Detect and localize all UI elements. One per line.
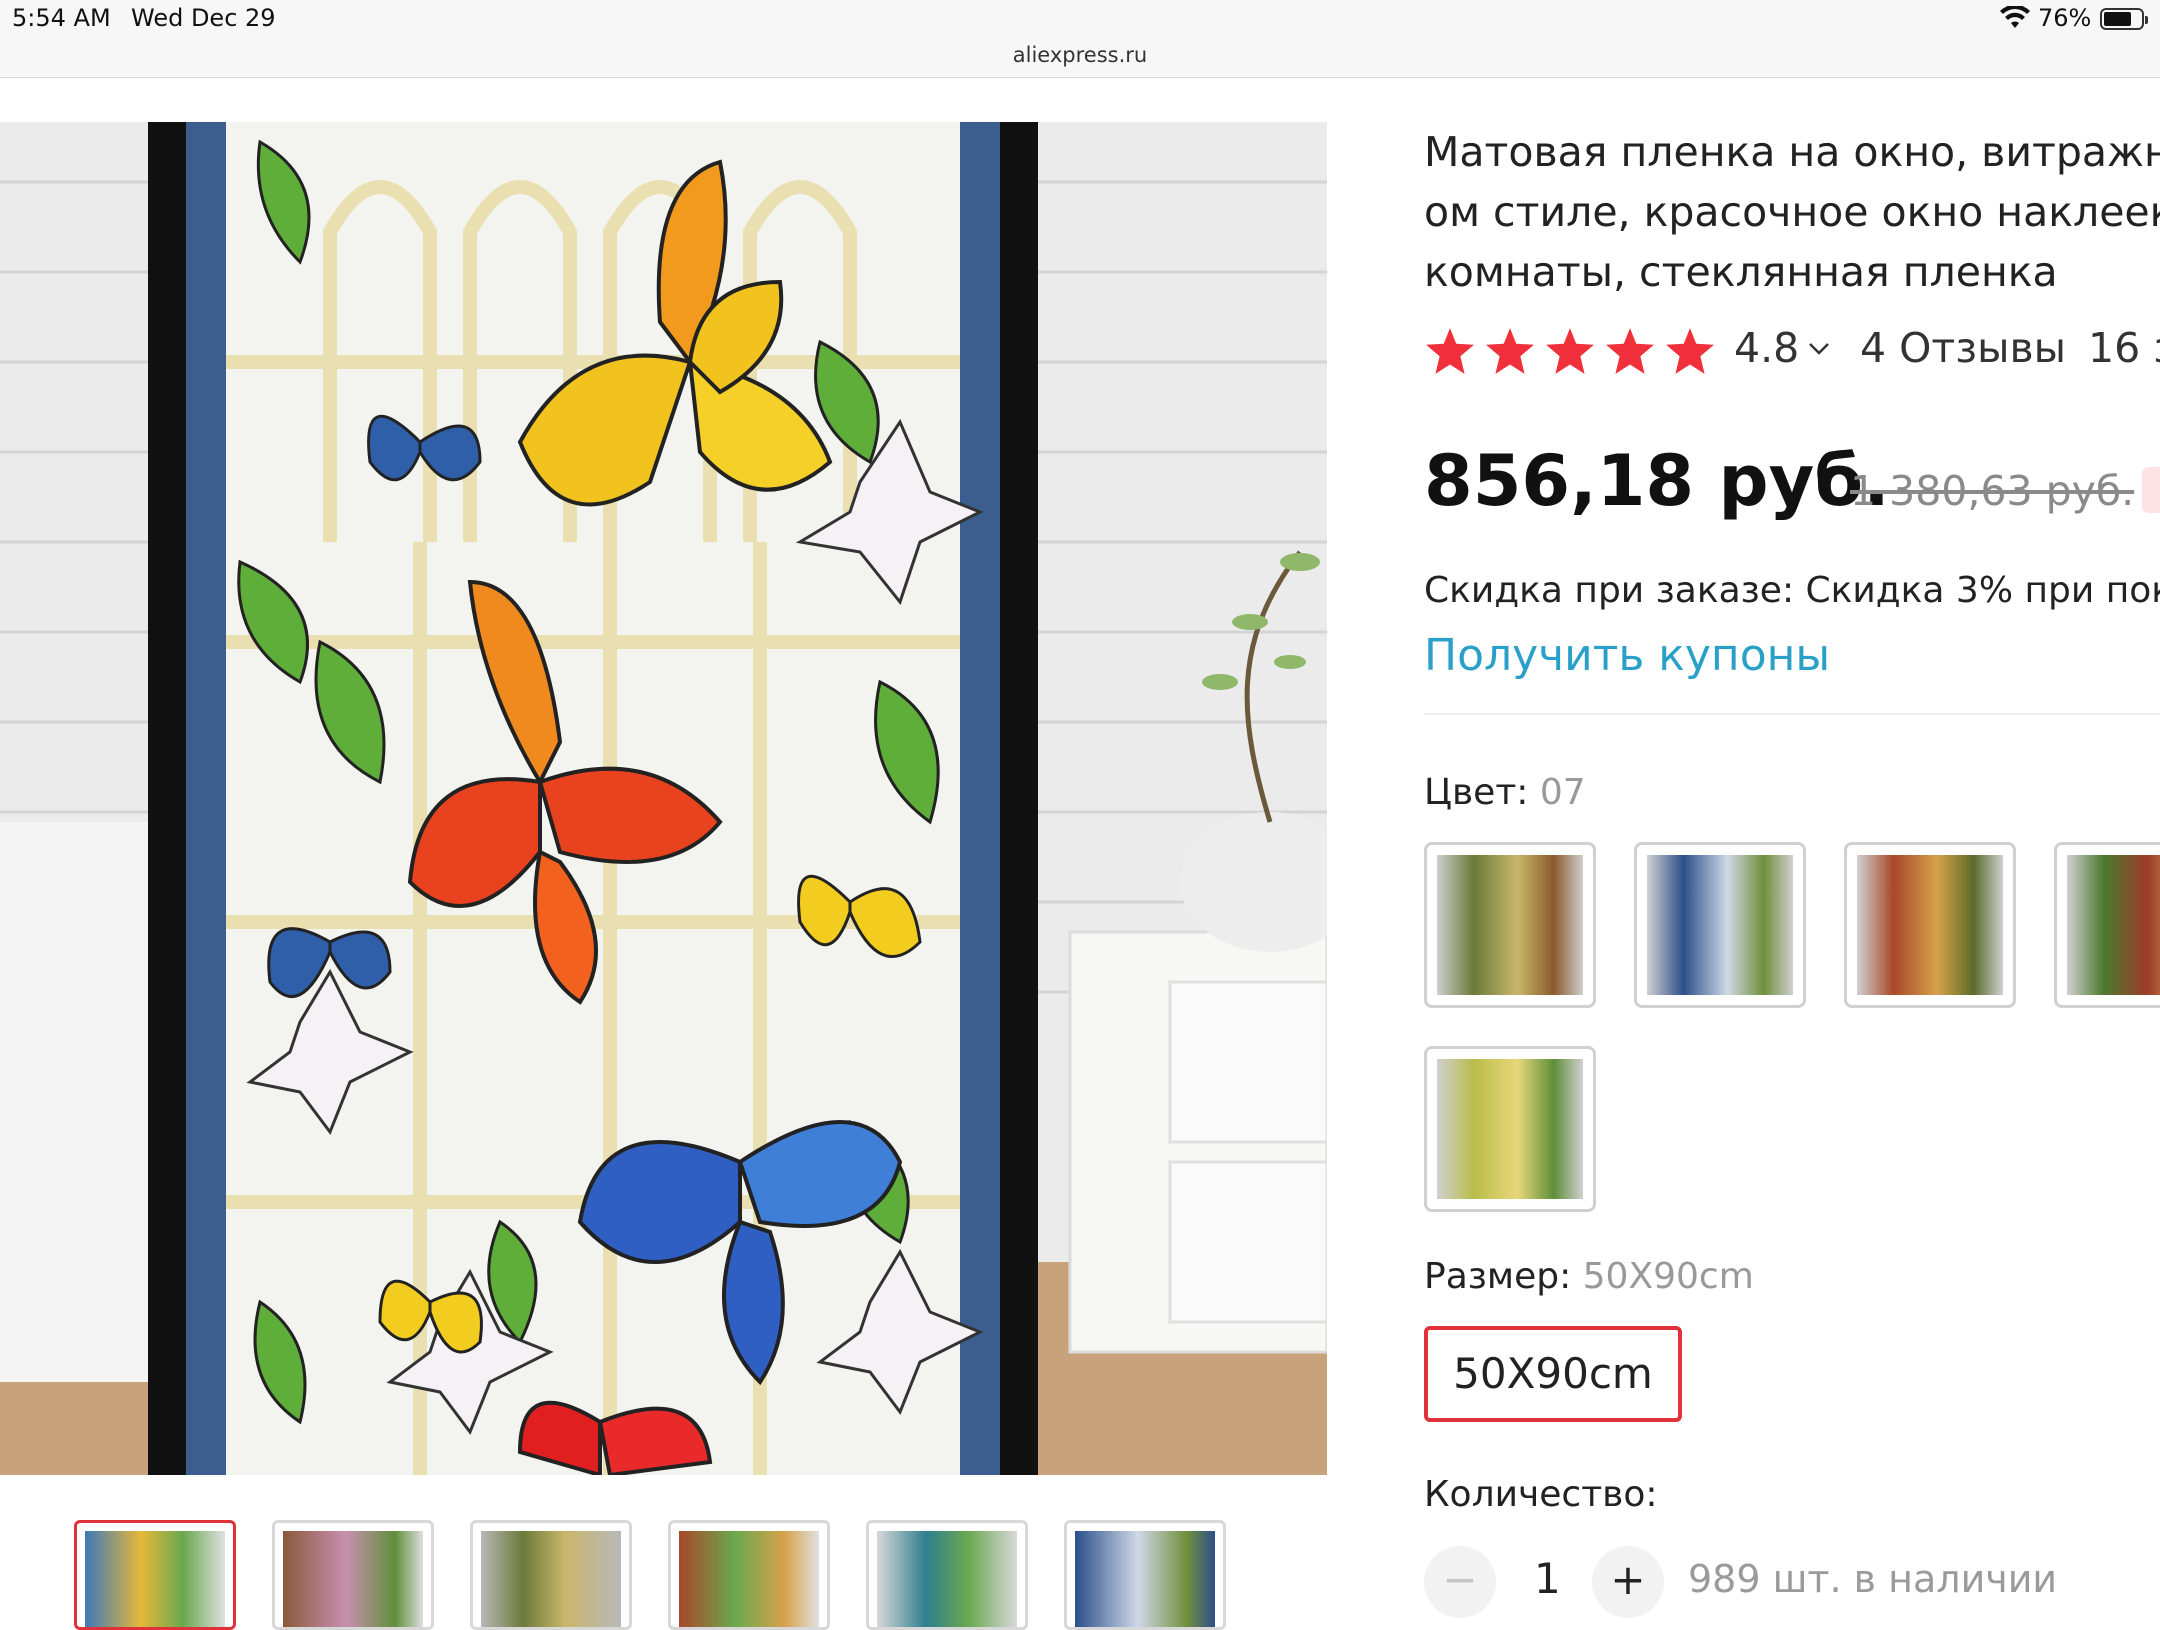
color-swatch[interactable]	[1424, 842, 1596, 1008]
quantity-decrease-button[interactable]: −	[1424, 1546, 1496, 1618]
quantity-value[interactable]: 1	[1534, 1554, 1561, 1603]
gallery-thumbnail[interactable]	[668, 1520, 830, 1630]
divider	[1424, 713, 2160, 715]
old-price: 1 380,63 руб.	[1850, 467, 2135, 515]
quantity-label: Количество:	[1424, 1474, 1658, 1515]
status-bar: 5:54 AM Wed Dec 29 76%	[0, 0, 2160, 40]
gallery-thumbnail[interactable]	[866, 1520, 1028, 1630]
color-label-text: Цвет:	[1424, 772, 1529, 813]
size-label-text: Размер:	[1424, 1256, 1572, 1297]
swatch-image	[1857, 855, 2003, 995]
battery-icon	[2100, 8, 2148, 30]
swatch-image	[1437, 855, 1583, 995]
star-icon	[1486, 328, 1534, 374]
stock-text: 989 шт. в наличии	[1688, 1557, 2058, 1601]
swatch-image	[1647, 855, 1793, 995]
gallery-thumbnail[interactable]	[272, 1520, 434, 1630]
main-product-image[interactable]	[0, 122, 1327, 1475]
color-swatch[interactable]	[1424, 1046, 1596, 1212]
color-value: 07	[1539, 772, 1586, 813]
thumbnail-image	[679, 1531, 819, 1627]
swatch-image	[2067, 855, 2160, 995]
color-label: Цвет: 07	[1424, 772, 1586, 813]
thumbnail-image	[85, 1531, 225, 1627]
current-price: 856,18 руб.	[1424, 440, 1890, 522]
product-title-line: комнаты, стеклянная пленка	[1424, 248, 2058, 296]
size-option[interactable]: 50X90cm	[1424, 1326, 1682, 1422]
product-title-line: ом стиле, красочное окно наклеек	[1424, 188, 2160, 236]
star-icon	[1546, 328, 1594, 374]
discount-badge	[2142, 467, 2160, 513]
product-info-panel: Матовая пленка на окно, витражн ом стиле…	[1424, 122, 2160, 1618]
product-title: Матовая пленка на окно, витражн ом стиле…	[1424, 122, 2160, 302]
chevron-down-icon[interactable]	[1808, 342, 1830, 356]
rating-value[interactable]: 4.8	[1734, 324, 1799, 372]
color-swatch[interactable]	[2054, 842, 2160, 1008]
wifi-icon	[2000, 6, 2030, 28]
thumbnail-image	[877, 1531, 1017, 1627]
size-label: Размер: 50X90cm	[1424, 1256, 1754, 1297]
color-swatch[interactable]	[1634, 842, 1806, 1008]
product-title-line: Матовая пленка на окно, витражн	[1424, 128, 2160, 176]
orders-count: 16 з	[2088, 324, 2160, 372]
quantity-increase-button[interactable]: +	[1592, 1546, 1664, 1618]
get-coupons-link[interactable]: Получить купоны	[1424, 630, 1830, 681]
gallery-thumbnail[interactable]	[1064, 1520, 1226, 1630]
order-discount-text: Скидка при заказе: Скидка 3% при поку	[1424, 570, 2160, 611]
url-text: aliexpress.ru	[1012, 43, 1148, 67]
star-icon	[1426, 328, 1474, 374]
thumbnail-image	[283, 1531, 423, 1627]
star-icon	[1666, 328, 1714, 374]
stained-glass-image	[0, 122, 1327, 1475]
star-icon	[1606, 328, 1654, 374]
thumbnail-image	[1075, 1531, 1215, 1627]
battery-percent: 76%	[2038, 4, 2092, 32]
size-value: 50X90cm	[1582, 1256, 1754, 1297]
status-time: 5:54 AM	[12, 4, 111, 32]
status-date: Wed Dec 29	[131, 4, 276, 32]
address-bar[interactable]: aliexpress.ru	[0, 40, 2160, 78]
swatch-image	[1437, 1059, 1583, 1199]
gallery-thumbnail[interactable]	[470, 1520, 632, 1630]
gallery-thumbnail[interactable]	[74, 1520, 236, 1630]
thumbnail-image	[481, 1531, 621, 1627]
reviews-link[interactable]: 4 Отзывы	[1860, 324, 2066, 372]
color-swatch[interactable]	[1844, 842, 2016, 1008]
